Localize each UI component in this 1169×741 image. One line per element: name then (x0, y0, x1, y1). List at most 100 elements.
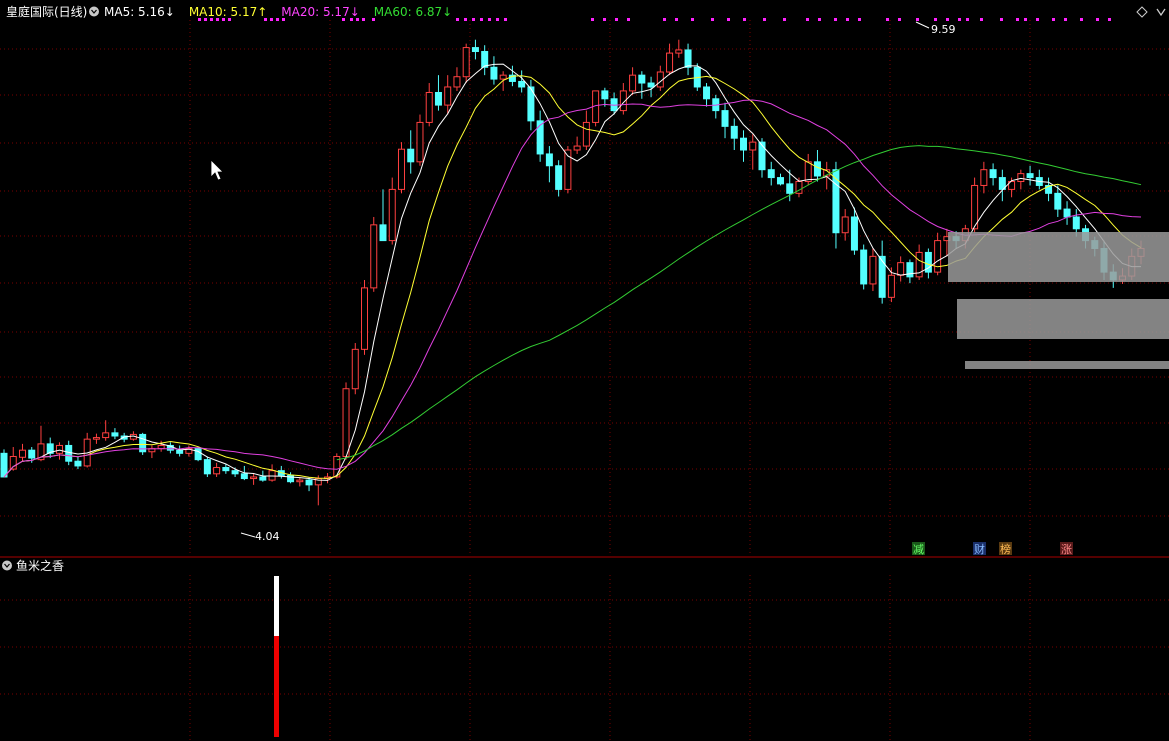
signal-marker-30 (727, 18, 730, 21)
gap-boxes (948, 232, 1169, 369)
candle-59 (545, 146, 553, 183)
signal-marker-41 (916, 18, 919, 21)
signal-marker-28 (691, 18, 694, 21)
signal-marker-46 (980, 18, 983, 21)
signal-marker-27 (675, 18, 678, 21)
signal-marker-17 (472, 18, 475, 21)
svg-text:涨: 涨 (1061, 543, 1072, 556)
event-badge-finance[interactable]: 财 (973, 542, 986, 556)
settings-dropdown-icon[interactable] (89, 6, 99, 17)
signal-marker-35 (818, 18, 821, 21)
signal-marker-23 (603, 18, 606, 21)
candle-107 (989, 163, 997, 186)
signal-marker-26 (663, 18, 666, 21)
candle-93 (860, 244, 868, 290)
candle-22 (203, 456, 211, 477)
candle-32 (296, 476, 304, 487)
indicator-bar-white (274, 576, 279, 636)
candle-39 (361, 280, 369, 355)
indicator-dropdown-icon[interactable] (2, 560, 12, 571)
signal-marker-25 (627, 18, 630, 21)
candle-82 (758, 138, 766, 178)
candle-69 (638, 71, 646, 99)
low-pointer (240, 532, 256, 538)
candle-78 (721, 102, 729, 139)
signal-marker-13 (362, 18, 365, 21)
kline-chart[interactable]: 皇庭国际(日线) MA5: 5.16↓ MA10: 5.17↑ MA20: 5.17… (0, 0, 1169, 741)
event-badge-ranking[interactable]: 榜 (999, 542, 1012, 556)
candle-56 (518, 70, 526, 93)
candle-76 (703, 83, 711, 107)
candle-68 (629, 67, 637, 95)
signal-marker-21 (504, 18, 507, 21)
candle-97 (897, 256, 905, 282)
candle-79 (730, 118, 738, 150)
signal-marker-33 (783, 18, 786, 21)
candle-111 (1026, 165, 1034, 186)
event-badge-reduce[interactable]: 减 (912, 542, 925, 556)
signal-marker-34 (806, 18, 809, 21)
candle-58 (536, 110, 544, 162)
candle-9 (83, 432, 91, 468)
candle-67 (619, 83, 627, 115)
candle-113 (1045, 177, 1053, 202)
signal-marker-53 (1080, 18, 1083, 21)
candle-105 (971, 177, 979, 233)
candle-18 (166, 442, 174, 454)
candle-46 (425, 83, 433, 127)
candle-57 (527, 79, 535, 131)
candle-40 (370, 216, 378, 292)
candle-38 (351, 343, 359, 395)
signal-marker-20 (496, 18, 499, 21)
indicator-title: 鱼米之香 (16, 559, 64, 573)
gap-box-0 (948, 232, 1169, 282)
candle-115 (1063, 201, 1071, 225)
candle-10 (92, 433, 100, 444)
candle-2 (18, 443, 26, 462)
candle-49 (453, 67, 461, 91)
candle-98 (906, 259, 914, 284)
candle-62 (573, 136, 581, 154)
candle-83 (767, 161, 775, 186)
candle-19 (176, 445, 184, 457)
indicator-bar-red (274, 636, 279, 737)
ma-legend-item-3: MA60: 6.87↓ (374, 5, 452, 19)
signal-marker-32 (763, 18, 766, 21)
candle-12 (111, 428, 119, 440)
signal-marker-7 (270, 18, 273, 21)
signal-marker-37 (846, 18, 849, 21)
signal-marker-24 (615, 18, 618, 21)
chevron-down-icon[interactable] (1156, 8, 1166, 17)
candle-5 (46, 437, 54, 459)
candle-29 (268, 464, 276, 482)
candle-44 (407, 130, 415, 174)
candle-41 (379, 189, 387, 242)
signal-marker-47 (1000, 18, 1003, 21)
candle-101 (934, 232, 942, 276)
candle-77 (712, 94, 720, 119)
gap-box-1 (957, 299, 1169, 339)
low-price-label: 4.04 (255, 530, 280, 543)
signal-marker-51 (1052, 18, 1055, 21)
candle-11 (102, 420, 110, 441)
signal-marker-49 (1024, 18, 1027, 21)
candle-27 (250, 473, 258, 485)
candle-42 (388, 177, 396, 245)
candle-108 (998, 169, 1006, 202)
diamond-icon[interactable] (1136, 6, 1148, 18)
candle-90 (832, 161, 840, 249)
stock-title: 皇庭国际(日线) (6, 4, 87, 19)
candle-51 (471, 39, 479, 60)
ma20-line (3, 99, 1142, 478)
signal-marker-15 (456, 18, 459, 21)
signal-marker-8 (276, 18, 279, 21)
signal-marker-22 (591, 18, 594, 21)
candle-23 (213, 462, 221, 477)
candle-52 (481, 45, 489, 76)
signal-marker-16 (464, 18, 467, 21)
event-badge-rise[interactable]: 涨 (1060, 542, 1073, 556)
svg-text:财: 财 (974, 542, 985, 556)
candle-91 (841, 209, 849, 241)
candle-0 (0, 449, 8, 478)
candle-110 (1017, 169, 1025, 190)
